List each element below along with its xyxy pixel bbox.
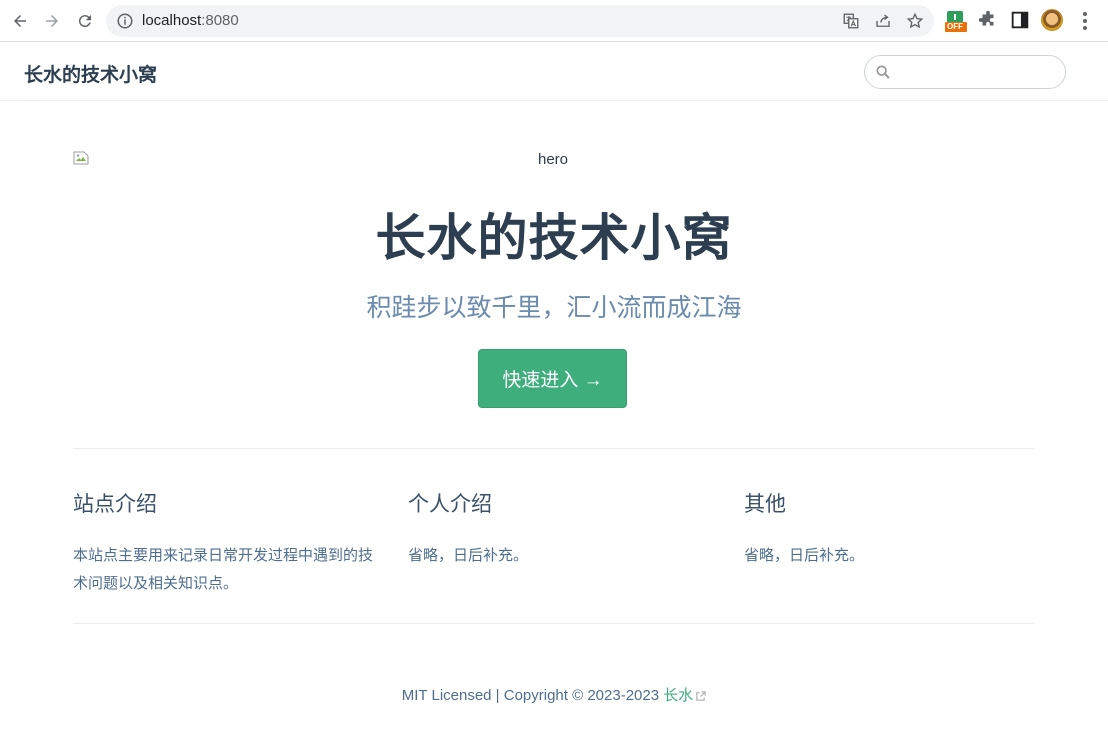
hero-description: 积跬步以致千里，汇小流而成江海: [366, 294, 742, 322]
hero-image: hero: [73, 150, 1033, 170]
star-icon[interactable]: [906, 12, 924, 30]
hero-image-alt: hero: [537, 151, 569, 168]
reload-button[interactable]: [73, 9, 97, 33]
external-link-icon: [696, 690, 706, 701]
puzzle-icon: [978, 10, 994, 26]
url-text[interactable]: localhost:8080: [142, 12, 239, 29]
extension-off-icon[interactable]: OFF: [944, 9, 968, 33]
feature-other: 其他 省略，日后补充。: [744, 488, 1044, 570]
search-box[interactable]: [864, 55, 1066, 89]
extension-badge-text: OFF: [947, 22, 963, 31]
site-name-link[interactable]: 长水的技术小窝: [24, 60, 157, 87]
reload-icon: [78, 15, 91, 28]
search-icon: [876, 65, 890, 79]
feature-personal-intro: 个人介绍 省略，日后补充。: [408, 488, 708, 570]
browser-toolbar: localhost:8080 OFF: [0, 0, 1108, 42]
footer-text: MIT Licensed | Copyright © 2023-2023: [401, 687, 664, 704]
features-divider-top: [73, 448, 1034, 449]
url-host: localhost: [142, 12, 202, 29]
feature-details: 省略，日后补充。: [408, 547, 529, 564]
search-input[interactable]: [897, 60, 1061, 86]
feature-title: 其他: [744, 493, 786, 516]
arrow-left-icon: [14, 15, 26, 27]
extensions-button[interactable]: [977, 9, 1001, 33]
hero-title: 长水的技术小窝: [375, 210, 733, 266]
translate-icon[interactable]: [842, 12, 860, 30]
feature-details: 本站点主要用来记录日常开发过程中遇到的技术问题以及相关知识点。: [73, 547, 374, 592]
profile-avatar[interactable]: [1041, 9, 1063, 31]
footer-author-link[interactable]: 长水: [663, 687, 706, 704]
feature-site-intro: 站点介绍 本站点主要用来记录日常开发过程中遇到的技术问题以及相关知识点。: [73, 488, 373, 598]
site-navbar: 长水的技术小窝: [0, 43, 1108, 101]
footer-author-link-text: 长水: [663, 687, 694, 704]
forward-button[interactable]: [40, 9, 64, 33]
get-started-button[interactable]: 快速进入 →: [478, 349, 627, 408]
feature-title: 站点介绍: [73, 493, 157, 516]
url-port: :8080: [201, 12, 239, 29]
info-icon[interactable]: [116, 12, 134, 30]
back-button[interactable]: [8, 9, 32, 33]
side-panel-button[interactable]: [1009, 9, 1033, 33]
feature-details: 省略，日后补充。: [744, 547, 865, 564]
footer: MIT Licensed | Copyright © 2023-2023 长水: [0, 684, 1108, 705]
more-menu-icon[interactable]: [1076, 10, 1094, 32]
side-panel-icon: [1011, 11, 1029, 29]
share-icon[interactable]: [874, 12, 892, 30]
feature-title: 个人介绍: [408, 493, 492, 516]
arrow-right-icon: [46, 15, 58, 27]
address-bar[interactable]: localhost:8080: [106, 5, 934, 37]
footer-divider: [73, 623, 1034, 624]
